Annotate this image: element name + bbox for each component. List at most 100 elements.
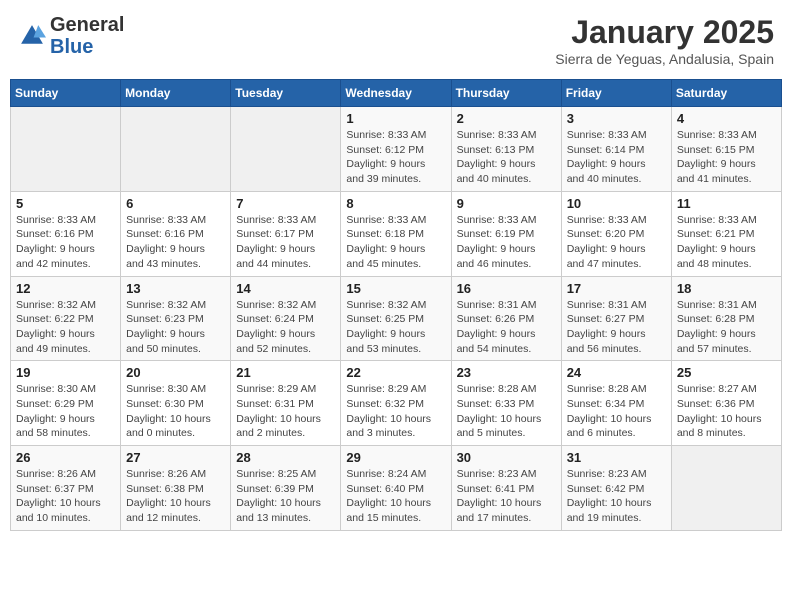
calendar-cell: 24Sunrise: 8:28 AM Sunset: 6:34 PM Dayli… (561, 361, 671, 446)
weekday-header-tuesday: Tuesday (231, 80, 341, 107)
month-title: January 2025 (555, 14, 774, 51)
day-info: Sunrise: 8:32 AM Sunset: 6:23 PM Dayligh… (126, 298, 225, 357)
day-number: 7 (236, 196, 335, 211)
day-info: Sunrise: 8:33 AM Sunset: 6:18 PM Dayligh… (346, 213, 445, 272)
day-number: 17 (567, 281, 666, 296)
day-info: Sunrise: 8:32 AM Sunset: 6:25 PM Dayligh… (346, 298, 445, 357)
calendar-cell: 23 Sunrise: 8:28 AM Sunset: 6:33 PM Dayli… (451, 361, 561, 446)
day-info: Sunrise: 8:31 AM Sunset: 6:26 PM Dayligh… (457, 298, 556, 357)
calendar-cell: 30 Sunrise: 8:23 AM Sunset: 6:41 PM Dayli… (451, 446, 561, 531)
calendar-cell: 19Sunrise: 8:30 AM Sunset: 6:29 PM Dayli… (11, 361, 121, 446)
calendar-cell (11, 107, 121, 192)
calendar-cell: 28 Sunrise: 8:25 AM Sunset: 6:39 PM Dayli… (231, 446, 341, 531)
day-info: Sunrise: 8:33 AM Sunset: 6:21 PM Dayligh… (677, 213, 776, 272)
day-info: Sunrise: 8:26 AM Sunset: 6:37 PM Dayligh… (16, 467, 115, 526)
day-number: 16 (457, 281, 556, 296)
calendar-cell (231, 107, 341, 192)
weekday-header-saturday: Saturday (671, 80, 781, 107)
calendar-cell: 29 Sunrise: 8:24 AM Sunset: 6:40 PM Dayli… (341, 446, 451, 531)
day-number: 31 (567, 450, 666, 465)
day-info: Sunrise: 8:23 AM Sunset: 6:42 PM Dayligh… (567, 467, 666, 526)
calendar-cell: 4 Sunrise: 8:33 AM Sunset: 6:15 PM Daylig… (671, 107, 781, 192)
day-info: Sunrise: 8:32 AM Sunset: 6:24 PM Dayligh… (236, 298, 335, 357)
day-info: Sunrise: 8:25 AM Sunset: 6:39 PM Dayligh… (236, 467, 335, 526)
calendar-cell: 13 Sunrise: 8:32 AM Sunset: 6:23 PM Dayli… (121, 276, 231, 361)
day-info: Sunrise: 8:31 AM Sunset: 6:28 PM Dayligh… (677, 298, 776, 357)
weekday-header-monday: Monday (121, 80, 231, 107)
day-number: 4 (677, 111, 776, 126)
day-number: 24 (567, 365, 666, 380)
day-number: 9 (457, 196, 556, 211)
weekday-header-friday: Friday (561, 80, 671, 107)
weekday-header-wednesday: Wednesday (341, 80, 451, 107)
calendar-cell: 2Sunrise: 8:33 AM Sunset: 6:13 PM Daylig… (451, 107, 561, 192)
page-header: General Blue January 2025 Sierra de Yegu… (10, 10, 782, 71)
calendar-cell: 6 Sunrise: 8:33 AM Sunset: 6:16 PM Daylig… (121, 191, 231, 276)
calendar-cell: 25Sunrise: 8:27 AM Sunset: 6:36 PM Dayli… (671, 361, 781, 446)
calendar-cell: 9 Sunrise: 8:33 AM Sunset: 6:19 PM Daylig… (451, 191, 561, 276)
day-number: 3 (567, 111, 666, 126)
logo-icon (18, 22, 46, 50)
day-number: 11 (677, 196, 776, 211)
day-info: Sunrise: 8:23 AM Sunset: 6:41 PM Dayligh… (457, 467, 556, 526)
day-number: 5 (16, 196, 115, 211)
calendar-cell: 26 Sunrise: 8:26 AM Sunset: 6:37 PM Dayli… (11, 446, 121, 531)
day-info: Sunrise: 8:33 AM Sunset: 6:20 PM Dayligh… (567, 213, 666, 272)
day-number: 26 (16, 450, 115, 465)
day-info: Sunrise: 8:33 AM Sunset: 6:16 PM Dayligh… (126, 213, 225, 272)
day-info: Sunrise: 8:33 AM Sunset: 6:12 PM Dayligh… (346, 128, 445, 187)
day-number: 23 (457, 365, 556, 380)
day-info: Sunrise: 8:29 AM Sunset: 6:31 PM Dayligh… (236, 382, 335, 441)
calendar-table: SundayMondayTuesdayWednesdayThursdayFrid… (10, 79, 782, 531)
day-info: Sunrise: 8:33 AM Sunset: 6:14 PM Dayligh… (567, 128, 666, 187)
day-info: Sunrise: 8:27 AM Sunset: 6:36 PM Dayligh… (677, 382, 776, 441)
day-info: Sunrise: 8:33 AM Sunset: 6:16 PM Dayligh… (16, 213, 115, 272)
day-info: Sunrise: 8:24 AM Sunset: 6:40 PM Dayligh… (346, 467, 445, 526)
calendar-cell: 21 Sunrise: 8:29 AM Sunset: 6:31 PM Dayli… (231, 361, 341, 446)
day-number: 22 (346, 365, 445, 380)
day-number: 1 (346, 111, 445, 126)
calendar-cell: 22 Sunrise: 8:29 AM Sunset: 6:32 PM Dayli… (341, 361, 451, 446)
weekday-header-thursday: Thursday (451, 80, 561, 107)
calendar-cell: 8 Sunrise: 8:33 AM Sunset: 6:18 PM Daylig… (341, 191, 451, 276)
calendar-cell: 16 Sunrise: 8:31 AM Sunset: 6:26 PM Dayli… (451, 276, 561, 361)
day-info: Sunrise: 8:31 AM Sunset: 6:27 PM Dayligh… (567, 298, 666, 357)
day-number: 20 (126, 365, 225, 380)
weekday-header-sunday: Sunday (11, 80, 121, 107)
day-info: Sunrise: 8:26 AM Sunset: 6:38 PM Dayligh… (126, 467, 225, 526)
day-number: 14 (236, 281, 335, 296)
day-number: 21 (236, 365, 335, 380)
day-number: 8 (346, 196, 445, 211)
day-info: Sunrise: 8:33 AM Sunset: 6:19 PM Dayligh… (457, 213, 556, 272)
calendar-cell: 7 Sunrise: 8:33 AM Sunset: 6:17 PM Daylig… (231, 191, 341, 276)
day-info: Sunrise: 8:28 AM Sunset: 6:33 PM Dayligh… (457, 382, 556, 441)
calendar-cell: 20Sunrise: 8:30 AM Sunset: 6:30 PM Dayli… (121, 361, 231, 446)
calendar-cell: 1 Sunrise: 8:33 AM Sunset: 6:12 PM Daylig… (341, 107, 451, 192)
day-info: Sunrise: 8:33 AM Sunset: 6:13 PM Dayligh… (457, 128, 556, 187)
day-info: Sunrise: 8:30 AM Sunset: 6:29 PM Dayligh… (16, 382, 115, 441)
day-info: Sunrise: 8:32 AM Sunset: 6:22 PM Dayligh… (16, 298, 115, 357)
calendar-cell: 14 Sunrise: 8:32 AM Sunset: 6:24 PM Dayli… (231, 276, 341, 361)
day-info: Sunrise: 8:33 AM Sunset: 6:17 PM Dayligh… (236, 213, 335, 272)
calendar-cell: 3 Sunrise: 8:33 AM Sunset: 6:14 PM Daylig… (561, 107, 671, 192)
calendar-cell: 31 Sunrise: 8:23 AM Sunset: 6:42 PM Dayli… (561, 446, 671, 531)
day-number: 29 (346, 450, 445, 465)
calendar-cell: 17 Sunrise: 8:31 AM Sunset: 6:27 PM Dayli… (561, 276, 671, 361)
location-title: Sierra de Yeguas, Andalusia, Spain (555, 51, 774, 67)
calendar-cell: 12Sunrise: 8:32 AM Sunset: 6:22 PM Dayli… (11, 276, 121, 361)
day-info: Sunrise: 8:33 AM Sunset: 6:15 PM Dayligh… (677, 128, 776, 187)
day-number: 15 (346, 281, 445, 296)
day-number: 6 (126, 196, 225, 211)
day-number: 28 (236, 450, 335, 465)
logo: General Blue (18, 14, 124, 58)
day-number: 30 (457, 450, 556, 465)
title-block: January 2025 Sierra de Yeguas, Andalusia… (555, 14, 774, 67)
calendar-cell: 27Sunrise: 8:26 AM Sunset: 6:38 PM Dayli… (121, 446, 231, 531)
logo-text: General Blue (50, 14, 124, 58)
day-number: 13 (126, 281, 225, 296)
day-number: 10 (567, 196, 666, 211)
day-info: Sunrise: 8:29 AM Sunset: 6:32 PM Dayligh… (346, 382, 445, 441)
day-number: 18 (677, 281, 776, 296)
calendar-cell: 5 Sunrise: 8:33 AM Sunset: 6:16 PM Daylig… (11, 191, 121, 276)
calendar-cell: 11 Sunrise: 8:33 AM Sunset: 6:21 PM Dayli… (671, 191, 781, 276)
